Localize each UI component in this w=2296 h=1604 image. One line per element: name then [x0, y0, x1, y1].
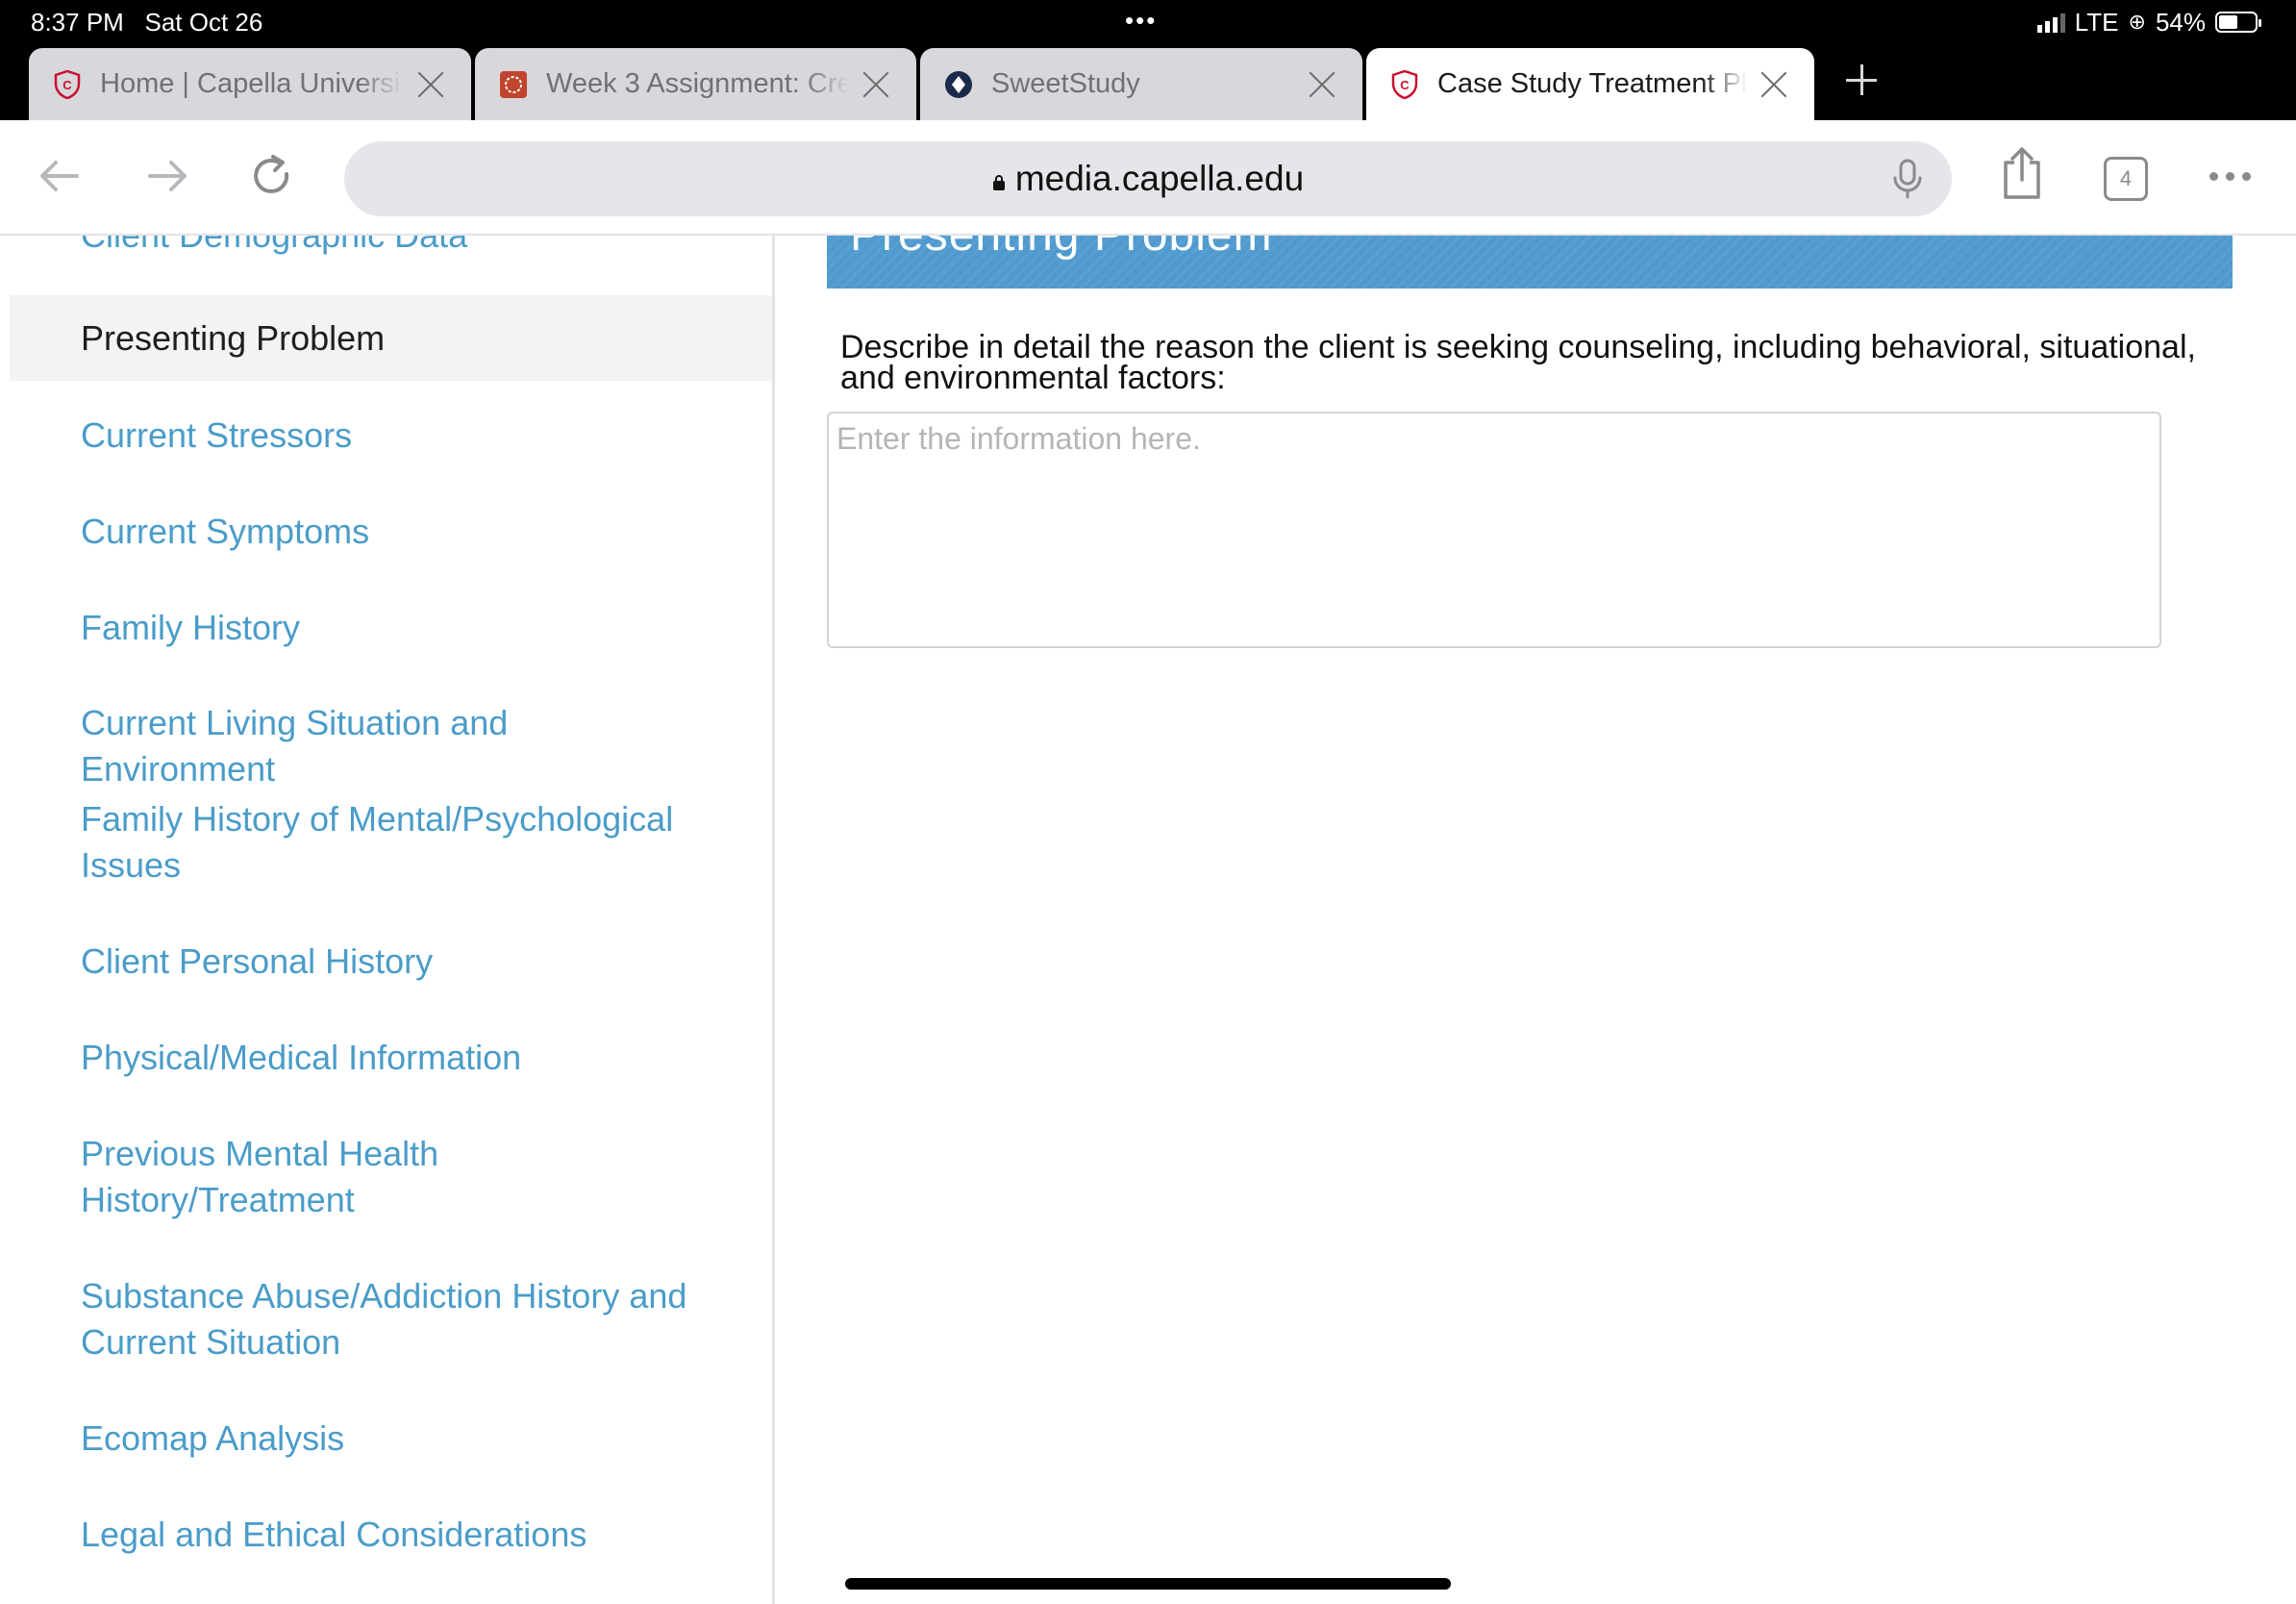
- sidebar-item-family-history-mental[interactable]: Family History of Mental/Psychological I…: [10, 796, 772, 889]
- date: Sat Oct 26: [144, 8, 263, 37]
- sidebar-item-client-demographic-data[interactable]: Client Demographic Data: [10, 236, 772, 259]
- status-time: 8:37 PM Sat Oct 26: [31, 8, 262, 37]
- tab-title: SweetStudy: [991, 68, 1140, 99]
- section-title: Presenting Problem: [850, 236, 1273, 264]
- tab-count-icon[interactable]: 4: [2104, 157, 2148, 201]
- battery-icon: [2215, 12, 2261, 33]
- url-text: media.capella.edu: [1014, 159, 1305, 198]
- tab-title: Case Study Treatment Plan: [1437, 68, 1747, 99]
- svg-text:C: C: [62, 78, 72, 92]
- browser-chrome: 8:37 PM Sat Oct 26 ••• LTE ⊕ 54% C Home …: [0, 0, 2296, 120]
- tab-sweetstudy[interactable]: SweetStudy: [920, 48, 1362, 120]
- question-prompt: Describe in detail the reason the client…: [840, 329, 2196, 396]
- sidebar-item-current-living-situation[interactable]: Current Living Situation and Environment: [10, 700, 772, 792]
- sidebar-item-previous-mental-health[interactable]: Previous Mental Health History/Treatment: [10, 1131, 772, 1223]
- sidebar-item-presenting-problem[interactable]: Presenting Problem: [10, 295, 772, 381]
- sidebar-item-legal-ethical[interactable]: Legal and Ethical Considerations: [10, 1512, 772, 1558]
- sidebar-item-client-personal-history[interactable]: Client Personal History: [10, 939, 772, 985]
- clock: 8:37 PM: [31, 8, 124, 37]
- signal-icon: [2036, 12, 2065, 33]
- network-label: LTE: [2074, 8, 2119, 37]
- address-bar[interactable]: media.capella.edu: [344, 141, 1952, 216]
- more-menu-icon[interactable]: [2209, 172, 2251, 181]
- orientation-lock-icon: ⊕: [2128, 10, 2146, 34]
- forward-arrow-icon[interactable]: [140, 149, 194, 203]
- sidebar-item-substance-abuse[interactable]: Substance Abuse/Addiction History and Cu…: [10, 1273, 772, 1366]
- answer-textarea[interactable]: [827, 412, 2161, 648]
- svg-text:C: C: [1400, 78, 1410, 92]
- sweetstudy-icon: [943, 69, 974, 100]
- battery-fill: [2219, 15, 2238, 29]
- close-tab-icon[interactable]: [1305, 67, 1339, 102]
- lock-icon: [992, 174, 1005, 190]
- status-indicators: LTE ⊕ 54%: [2036, 8, 2261, 37]
- home-indicator[interactable]: [845, 1578, 1451, 1590]
- tab-title: Week 3 Assignment: Create: [546, 68, 849, 99]
- courseroom-icon: [498, 69, 529, 100]
- sidebar-item-ecomap-analysis[interactable]: Ecomap Analysis: [10, 1416, 772, 1462]
- sidebar-item-physical-medical[interactable]: Physical/Medical Information: [10, 1035, 772, 1081]
- sidebar-item-current-symptoms[interactable]: Current Symptoms: [10, 509, 772, 555]
- sidebar-item-family-history[interactable]: Family History: [10, 605, 772, 651]
- battery-percent: 54%: [2155, 8, 2206, 37]
- tab-capella-home[interactable]: C Home | Capella University: [29, 48, 471, 120]
- capella-shield-icon: C: [1389, 69, 1420, 100]
- microphone-icon[interactable]: [1890, 159, 1925, 208]
- close-tab-icon[interactable]: [1757, 67, 1791, 102]
- new-tab-plus-icon[interactable]: [1842, 61, 1881, 99]
- tab-case-study-treatment-plan[interactable]: C Case Study Treatment Plan: [1366, 48, 1814, 120]
- close-tab-icon[interactable]: [859, 67, 893, 102]
- tab-count: 4: [2119, 166, 2133, 190]
- browser-toolbar: media.capella.edu 4: [0, 120, 2296, 236]
- section-sidebar: Client Demographic Data Presenting Probl…: [10, 236, 775, 1604]
- share-icon[interactable]: [2000, 145, 2044, 206]
- tab-week3-assignment[interactable]: Week 3 Assignment: Create: [475, 48, 916, 120]
- capella-shield-icon: C: [52, 69, 83, 100]
- multitasking-dots-icon[interactable]: •••: [1125, 6, 1157, 36]
- back-arrow-icon[interactable]: [33, 149, 87, 203]
- reload-icon[interactable]: [244, 149, 298, 203]
- section-header: Presenting Problem: [827, 236, 2233, 288]
- tab-strip: C Home | Capella University Week 3 Assig…: [29, 48, 1818, 120]
- tab-title: Home | Capella University: [100, 68, 404, 99]
- close-tab-icon[interactable]: [413, 67, 448, 102]
- sidebar-item-current-stressors[interactable]: Current Stressors: [10, 413, 772, 459]
